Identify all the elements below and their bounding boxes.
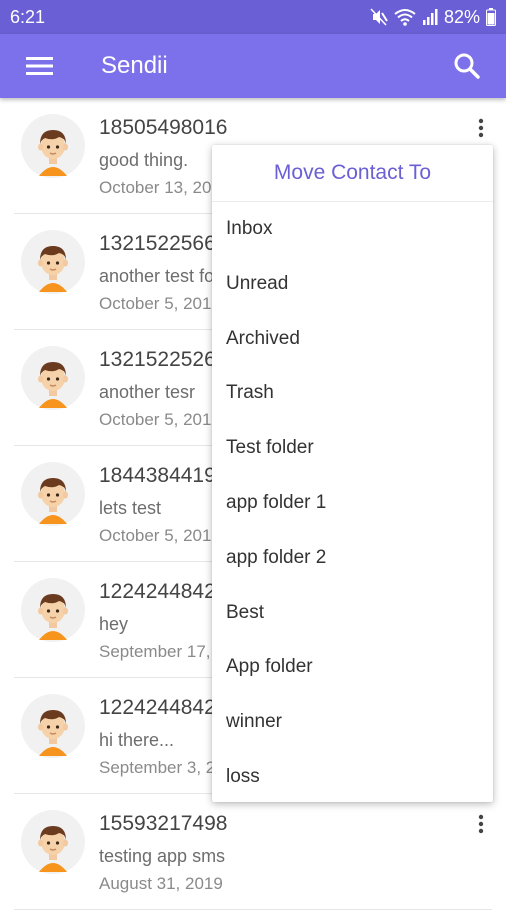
wifi-icon: [394, 9, 416, 26]
status-icons: 82%: [370, 7, 496, 28]
menu-item[interactable]: app folder 1: [212, 476, 493, 530]
menu-item[interactable]: app folder 2: [212, 531, 493, 585]
menu-title: Move Contact To: [273, 161, 432, 184]
avatar: [21, 810, 85, 874]
message-date: October 5, 2019: [99, 410, 221, 429]
app-bar: Sendii: [0, 34, 506, 98]
more-options-icon[interactable]: [474, 116, 488, 140]
menu-item[interactable]: Inbox: [212, 202, 493, 256]
message-preview: lets test: [99, 498, 162, 518]
avatar: [21, 346, 85, 410]
avatar: [21, 462, 85, 526]
avatar: [21, 114, 85, 178]
search-icon[interactable]: [452, 51, 482, 81]
contact-number: 13215225661: [99, 232, 228, 255]
avatar: [21, 578, 85, 642]
message-date: October 5, 2019: [99, 526, 221, 545]
contact-number: 18505498016: [99, 116, 228, 139]
more-options-icon[interactable]: [474, 812, 488, 836]
contact-number: 12242448420: [99, 580, 228, 603]
message-preview: another test for: [99, 266, 221, 286]
move-contact-menu: Move Contact To Inbox Unread Archived Trash…: [212, 145, 493, 802]
menu-item[interactable]: Best: [212, 586, 493, 640]
message-date: October 5, 2019: [99, 294, 221, 313]
mute-icon: [370, 8, 388, 26]
menu-item[interactable]: Archived: [212, 312, 493, 366]
conversation-item[interactable]: 15593217498 testing app sms August 31, 2…: [0, 794, 506, 910]
contact-number: 15593217498: [99, 812, 228, 835]
contact-number: 12242448421: [99, 696, 228, 719]
message-preview: another tesr: [99, 382, 196, 402]
message-preview: hi there...: [99, 730, 175, 750]
menu-item[interactable]: Unread: [212, 257, 493, 311]
menu-item[interactable]: Trash: [212, 366, 493, 420]
avatar: [21, 230, 85, 294]
menu-item[interactable]: Test folder: [212, 421, 493, 475]
signal-icon: [422, 9, 438, 25]
avatar: [21, 694, 85, 758]
battery-icon: [486, 8, 496, 26]
message-preview: testing app sms: [99, 846, 226, 866]
status-time: 6:21: [10, 6, 46, 27]
contact-number: 18443844193: [99, 464, 228, 487]
message-date: October 13, 2019: [99, 178, 231, 197]
battery-percent: 82%: [443, 6, 480, 27]
app-title: Sendii: [101, 52, 168, 79]
status-bar: 6:21 82%: [0, 0, 506, 34]
contact-number: 13215225262: [99, 348, 228, 371]
message-preview: good thing.: [99, 150, 189, 170]
menu-item[interactable]: App folder: [212, 640, 493, 694]
hamburger-menu-icon[interactable]: [26, 54, 54, 78]
menu-item[interactable]: loss: [212, 750, 493, 804]
message-preview: hey: [99, 614, 129, 634]
message-date: August 31, 2019: [99, 874, 223, 893]
menu-item[interactable]: winner: [212, 695, 493, 749]
